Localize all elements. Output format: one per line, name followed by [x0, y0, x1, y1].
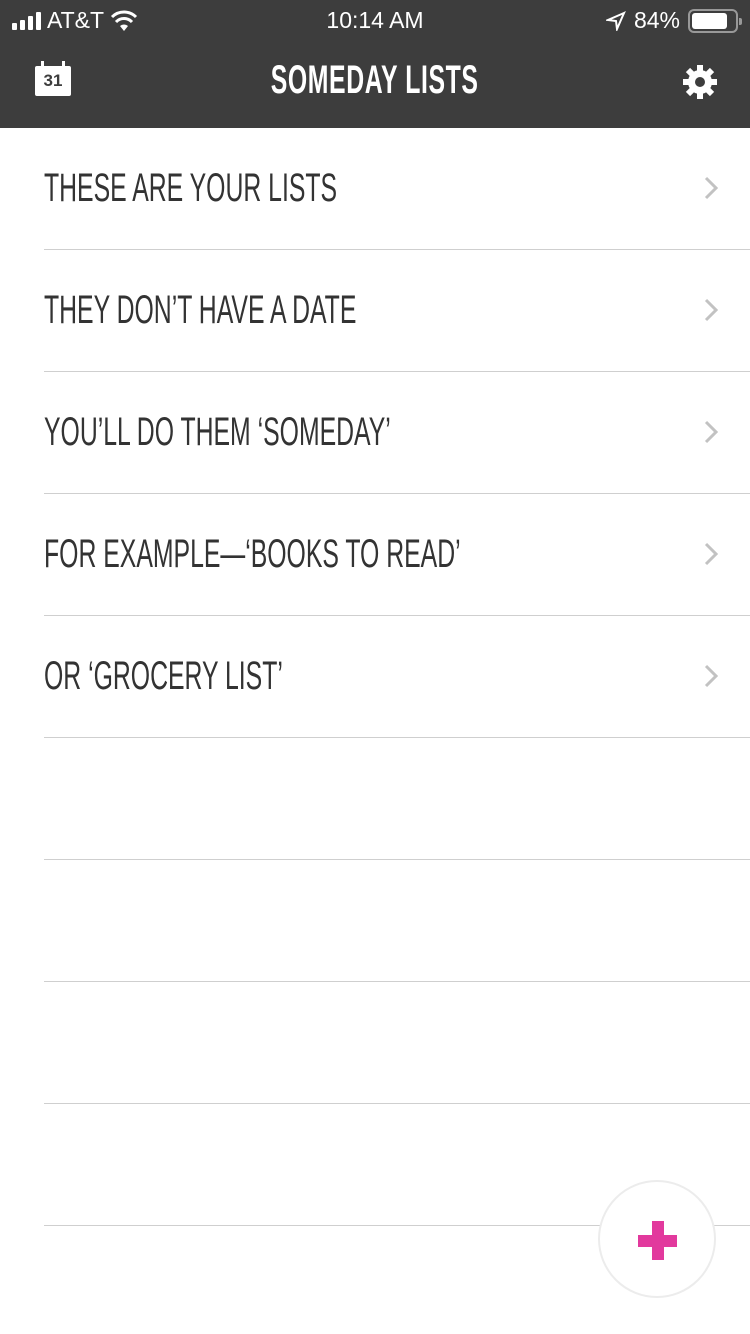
list-item[interactable]: YOU’LL DO THEM ‘SOMEDAY’ — [44, 372, 750, 494]
empty-row — [44, 860, 750, 982]
status-right: 84% — [605, 7, 742, 34]
list-item-label: THEY DON’T HAVE A DATE — [44, 288, 357, 332]
settings-gear-icon[interactable] — [682, 64, 718, 100]
empty-row — [44, 738, 750, 860]
nav-bar: AT&T 10:14 AM 84% 31 SOMEDAY LISTS — [0, 0, 750, 128]
status-bar: AT&T 10:14 AM 84% — [0, 0, 750, 40]
add-list-button[interactable] — [598, 1180, 716, 1298]
chevron-right-icon — [704, 542, 718, 566]
location-icon — [605, 10, 626, 31]
list-item-label: YOU’LL DO THEM ‘SOMEDAY’ — [44, 410, 391, 454]
chevron-right-icon — [704, 420, 718, 444]
list-item[interactable]: FOR EXAMPLE—‘BOOKS TO READ’ — [44, 494, 750, 616]
chevron-right-icon — [704, 664, 718, 688]
list-item-label: OR ‘GROCERY LIST’ — [44, 654, 283, 698]
empty-row — [44, 982, 750, 1104]
list-item-label: FOR EXAMPLE—‘BOOKS TO READ’ — [44, 532, 461, 576]
battery-icon — [688, 8, 742, 33]
list-item[interactable]: THESE ARE YOUR LISTS — [44, 128, 750, 250]
list-item[interactable]: THEY DON’T HAVE A DATE — [44, 250, 750, 372]
page-title-text: SOMEDAY LISTS — [271, 58, 479, 102]
list-item[interactable]: OR ‘GROCERY LIST’ — [44, 616, 750, 738]
page-title: SOMEDAY LISTS — [0, 58, 750, 103]
list-item-label: THESE ARE YOUR LISTS — [44, 166, 338, 210]
chevron-right-icon — [704, 298, 718, 322]
chevron-right-icon — [704, 176, 718, 200]
battery-percent: 84% — [633, 7, 680, 33]
